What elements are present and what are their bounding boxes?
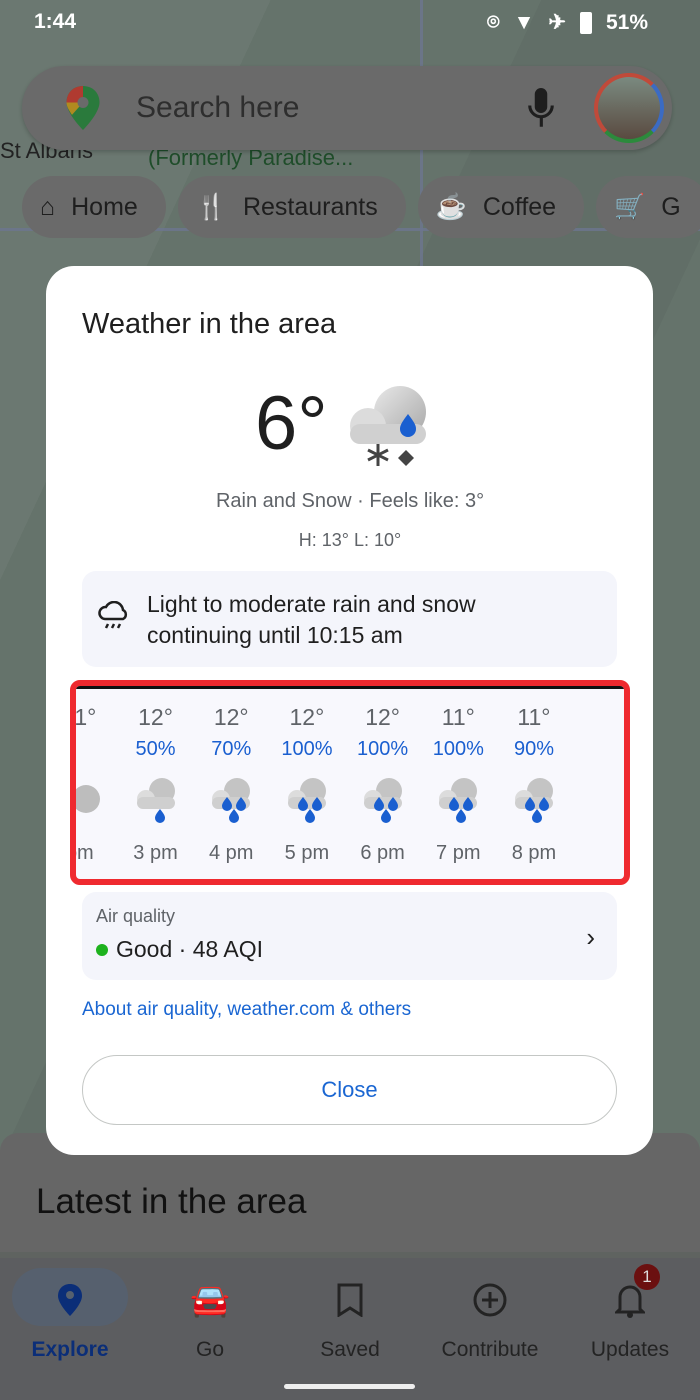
hourly-temp: 12°	[213, 704, 249, 730]
hourly-temp: 12°	[365, 704, 400, 730]
maps-logo-icon	[66, 86, 100, 130]
location-icon: ⌾	[486, 10, 500, 34]
attribution-link[interactable]: About air quality, weather.com & others	[82, 999, 411, 1021]
battery-icon	[579, 11, 592, 34]
chip-label: G	[661, 192, 681, 221]
nav-label: Go	[195, 1338, 224, 1361]
bookmark-icon	[337, 1283, 363, 1317]
conditions-text: Rain and Snow · Feels like: 3°	[215, 490, 485, 512]
hourly-precip: 70%	[211, 738, 252, 760]
hourly-item: 12° 50% 3 pm	[118, 704, 194, 865]
rain-icon	[363, 778, 402, 823]
category-chips: ⌂ Home 🍴 Restaurants ☕ Coffee 🛒 G	[22, 176, 700, 238]
current-temperature: 6°	[255, 381, 328, 466]
add-circle-icon	[473, 1283, 507, 1317]
nav-label: Contribute	[441, 1338, 539, 1361]
hourly-time: pm	[76, 842, 94, 864]
home-icon: ⌂	[40, 192, 56, 221]
hourly-precip: 90%	[513, 738, 554, 760]
air-quality-value: Good · 48 AQI	[116, 936, 264, 962]
rain-icon	[212, 778, 251, 823]
hourly-forecast[interactable]: 11° pm12° 50% 3 pm12° 70% 4 pm12° 100% 5…	[70, 680, 630, 885]
chip-restaurants[interactable]: 🍴 Restaurants	[177, 176, 406, 238]
hourly-time: 4 pm	[208, 842, 254, 864]
nav-label: Updates	[590, 1338, 670, 1361]
nav-contribute[interactable]: Contribute	[420, 1258, 560, 1362]
wifi-icon: ▼	[513, 10, 535, 34]
hourly-precip: 100%	[281, 738, 333, 760]
nav-updates[interactable]: Updates	[560, 1258, 700, 1362]
rain-snow-cloud-icon	[98, 601, 128, 629]
battery-level: 51%	[605, 10, 648, 34]
home-indicator[interactable]	[284, 1384, 415, 1389]
nav-go[interactable]: 🚘 Go	[140, 1258, 280, 1362]
status-time: 1:44	[34, 10, 77, 33]
hourly-temp: 12°	[289, 704, 325, 730]
hourly-time: 7 pm	[436, 842, 481, 864]
rain-icon	[514, 778, 553, 823]
restaurant-icon: 🍴	[195, 192, 227, 221]
nav-label: Saved	[320, 1338, 380, 1361]
chevron-right-icon: ›	[586, 922, 595, 952]
hourly-item: 12° 100% 5 pm	[269, 704, 345, 865]
rain-icon	[287, 778, 326, 823]
light-rain-icon	[136, 778, 175, 823]
chip-label: Restaurants	[242, 192, 378, 221]
chip-label: Home	[71, 192, 138, 221]
notification-badge: 1	[634, 1264, 660, 1290]
high-low-text: H: 13° L: 10°	[298, 530, 402, 550]
precipitation-alert: Light to moderate rain and snow continui…	[82, 571, 617, 667]
hourly-temp: 12°	[138, 704, 173, 730]
bottom-nav: Explore 🚘 Go Saved Contribute Updates	[0, 1252, 700, 1400]
chip-coffee[interactable]: ☕ Coffee	[417, 176, 585, 238]
coffee-icon: ☕	[435, 192, 467, 221]
hourly-item: 12° 100% 6 pm	[345, 704, 421, 865]
chip-home[interactable]: ⌂ Home	[22, 176, 166, 238]
cart-icon: 🛒	[614, 192, 646, 221]
hourly-time: 3 pm	[133, 842, 178, 864]
hourly-time: 8 pm	[511, 842, 557, 864]
airplane-icon: ✈	[548, 11, 566, 34]
nav-explore[interactable]: Explore	[0, 1258, 140, 1362]
rain-icon	[439, 778, 478, 823]
dialog-title: Weather in the area	[82, 308, 337, 340]
chip-groceries[interactable]: 🛒 G	[596, 176, 700, 238]
hourly-item: 11° 90% 8 pm	[496, 704, 572, 865]
air-quality-label: Air quality	[96, 906, 176, 926]
search-input[interactable]: Search here	[136, 91, 528, 125]
hourly-time: 5 pm	[284, 842, 330, 864]
hourly-precip: 100%	[432, 738, 484, 760]
air-quality-row[interactable]: Air quality Good · 48 AQI ›	[82, 892, 617, 980]
hourly-temp: 11°	[517, 704, 551, 730]
hourly-precip	[76, 738, 118, 766]
hourly-precip: 100%	[357, 738, 409, 760]
hourly-item: 11° pm	[74, 704, 118, 865]
status-bar: 1:44 ⌾ ▼ ✈ 51%	[0, 0, 700, 44]
hourly-temp: 11°	[441, 704, 475, 730]
commute-icon: 🚘	[190, 1282, 230, 1318]
explore-pin-icon	[58, 1284, 82, 1316]
nav-saved[interactable]: Saved	[280, 1258, 420, 1362]
hourly-temp: 11°	[74, 704, 97, 730]
status-dot-icon	[96, 943, 108, 956]
avatar[interactable]	[594, 73, 664, 143]
search-bar[interactable]: Search here	[22, 66, 672, 150]
hourly-item: 12° 70% 4 pm	[193, 704, 269, 865]
cloudy-icon	[76, 785, 100, 813]
hourly-time: 6 pm	[360, 842, 405, 864]
rain-and-snow-icon	[350, 386, 426, 466]
hourly-precip: 50%	[135, 738, 176, 760]
sheet-title: Latest in the area	[36, 1182, 307, 1221]
microphone-icon[interactable]	[528, 88, 554, 128]
hourly-item: 11° 100% 7 pm	[420, 704, 496, 865]
alert-text: Light to moderate rain and snow continui…	[147, 591, 476, 648]
chip-label: Coffee	[482, 192, 557, 221]
nav-label: Explore	[31, 1338, 109, 1361]
close-button[interactable]: Close	[82, 1055, 617, 1125]
